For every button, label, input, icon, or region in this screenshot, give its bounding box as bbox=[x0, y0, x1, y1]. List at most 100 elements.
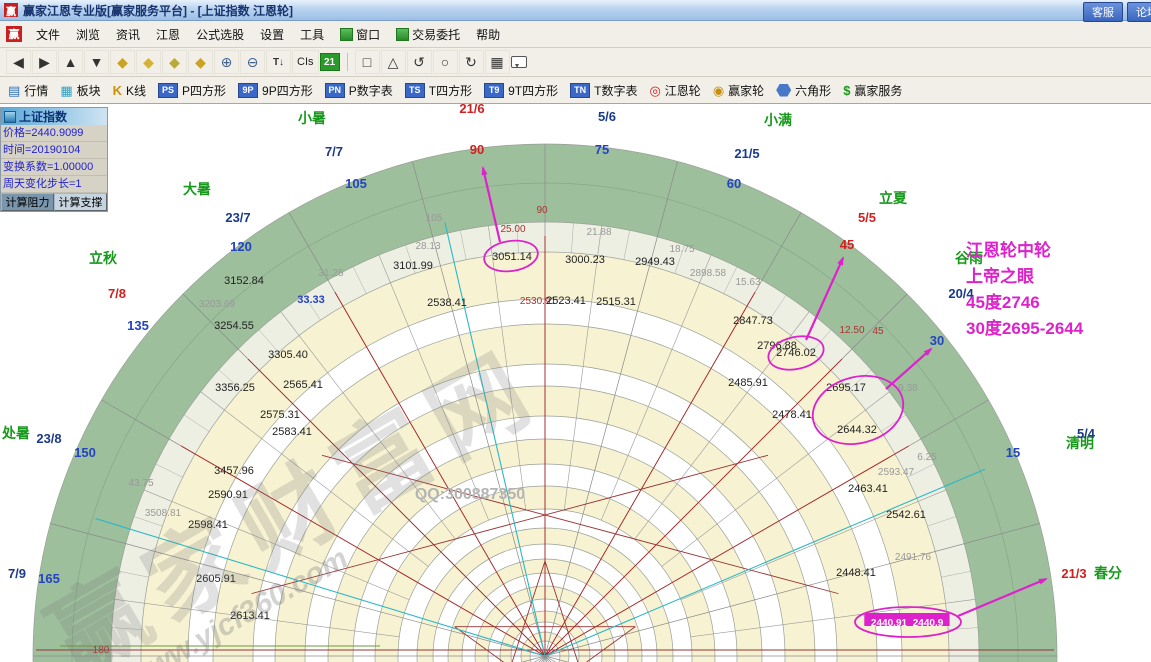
9t-square-button[interactable]: T9 9T四方形 bbox=[484, 82, 558, 99]
t-number-table-button[interactable]: TN T数字表 bbox=[570, 82, 637, 99]
menu-item-帮助[interactable]: 帮助 bbox=[468, 22, 508, 47]
forward-icon[interactable]: ▶ bbox=[32, 50, 57, 74]
wheel-label: 2746.02 bbox=[776, 347, 816, 359]
ellipse-tool-icon[interactable]: ○ bbox=[432, 50, 458, 74]
9p-square-button[interactable]: 9P 9P四方形 bbox=[238, 82, 313, 99]
wheel-label: 165 bbox=[38, 571, 60, 586]
quotes-button[interactable]: ▤ 行情 bbox=[8, 82, 48, 99]
wheel-label: 2440.9 bbox=[913, 618, 944, 629]
t-number-table-label: T数字表 bbox=[594, 83, 638, 98]
menu-item-窗口[interactable]: 窗口 bbox=[332, 22, 388, 47]
menu-item-工具[interactable]: 工具 bbox=[292, 22, 332, 47]
menu-item-公式选股[interactable]: 公式选股 bbox=[188, 22, 252, 47]
wheel-label: 2538.41 bbox=[427, 297, 467, 309]
wheel-label: 23/7 bbox=[225, 210, 250, 225]
wheel-label: 31.25 bbox=[318, 268, 343, 279]
wheel-label: 23/8 bbox=[36, 431, 61, 446]
wheel-label: 90 bbox=[536, 205, 548, 216]
gann-wheel[interactable]: 小暑 小满大暑立夏立秋 谷雨处暑清明春分7/75/621/523/720/423/8… bbox=[0, 104, 1151, 662]
diamond-3-icon[interactable]: ◆ bbox=[162, 50, 187, 74]
calc-support-button[interactable]: 计算支撑 bbox=[54, 193, 107, 211]
wheel-label: 45 bbox=[840, 237, 854, 252]
wheel-label: 5/4 bbox=[1077, 426, 1096, 441]
wheel-label: QQ:300887350 bbox=[415, 486, 525, 503]
wheel-label: 2644.32 bbox=[837, 424, 877, 436]
sort-tool-icon[interactable]: T↓ bbox=[266, 50, 291, 74]
info-panel-title: 上证指数 bbox=[1, 108, 107, 125]
wheel-label: 120 bbox=[230, 239, 252, 254]
wheel-label: 6.25 bbox=[917, 452, 937, 463]
app-logo-icon-small: 赢 bbox=[6, 26, 22, 42]
titlebar-button-service[interactable]: 客服 bbox=[1083, 2, 1123, 22]
calc-resistance-button[interactable]: 计算阻力 bbox=[1, 193, 54, 211]
info-row-3: 周天变化步长=1 bbox=[1, 176, 107, 193]
winner-service-button[interactable]: $ 赢家服务 bbox=[843, 82, 902, 99]
chart-type-toolbar: ▤ 行情 ▦ 板块 K K线 PS P四方形 9P 9P四方形 PN P数字表 TS T四方形 T9 9T四方… bbox=[0, 77, 1151, 104]
kline-button[interactable]: K K线 bbox=[113, 82, 146, 99]
wheel-label: 28.13 bbox=[415, 241, 440, 252]
info-rows: 价格=2440.9099 时间=20190104 变换系数=1.00000 周天变化步… bbox=[1, 125, 107, 193]
wheel-label: 2898.58 bbox=[690, 268, 727, 279]
diamond-1-icon[interactable]: ◆ bbox=[110, 50, 135, 74]
pointer-up-icon[interactable]: ▲ bbox=[58, 50, 83, 74]
menu-item-资讯[interactable]: 资讯 bbox=[108, 22, 148, 47]
back-icon[interactable]: ◀ bbox=[6, 50, 31, 74]
menu-item-设置[interactable]: 设置 bbox=[252, 22, 292, 47]
gann-wheel-button[interactable]: ◎ 江恩轮 bbox=[649, 82, 700, 99]
wheel-label: 2463.41 bbox=[848, 483, 888, 495]
triangle-tool-icon[interactable]: △ bbox=[380, 50, 406, 74]
wheel-label: 90 bbox=[470, 142, 484, 157]
wheel-label: 2605.91 bbox=[196, 573, 236, 585]
rotate-right-tool-icon[interactable]: ↻ bbox=[458, 50, 484, 74]
t-square-button[interactable]: TS T四方形 bbox=[404, 82, 473, 99]
wheel-label: 12.50 bbox=[839, 325, 864, 336]
sectors-button[interactable]: ▦ 板块 bbox=[60, 82, 100, 99]
wheel-label: 105 bbox=[345, 176, 367, 191]
winner-wheel-label: 赢家轮 bbox=[728, 83, 765, 98]
callout-tool-icon[interactable] bbox=[510, 56, 527, 68]
wheel-label: 3152.84 bbox=[224, 275, 264, 287]
move-tool-icon[interactable]: ▦ bbox=[484, 50, 510, 74]
menu-item-浏览[interactable]: 浏览 bbox=[68, 22, 108, 47]
wheel-label: 2847.73 bbox=[733, 315, 773, 327]
wheel-label: 2478.41 bbox=[772, 409, 812, 421]
wheel-label: 21/6 bbox=[459, 104, 484, 116]
menu-item-江恩[interactable]: 江恩 bbox=[148, 22, 188, 47]
wheel-label: 2523.41 bbox=[546, 295, 586, 307]
titlebar-buttons: 客服论坛 bbox=[1083, 2, 1151, 22]
wheel-label: 43.75 bbox=[128, 478, 153, 489]
chart-area[interactable]: 小暑 小满 大暑 立夏 立秋 谷雨 处暑 清明 春分 7/7 5/6 21/5 23/7 20/4 23/8… bbox=[0, 104, 1151, 662]
menu-item-交易委托[interactable]: 交易委托 bbox=[388, 22, 468, 47]
wheel-label: 3051.14 bbox=[492, 251, 532, 263]
title-bar: 赢 赢家江恩专业版[赢家服务平台] - [上证指数 江恩轮] 客服论坛 bbox=[0, 0, 1151, 22]
rotate-left-tool-icon[interactable]: ↺ bbox=[406, 50, 432, 74]
wheel-label: 2440.91 bbox=[871, 618, 908, 629]
pointer-down-icon[interactable]: ▼ bbox=[84, 50, 109, 74]
p-square-button[interactable]: PS P四方形 bbox=[158, 82, 226, 99]
gann-annotation-text: 江恩轮中轮 上帝之眼 45度2746 30度2695-2644 bbox=[966, 238, 1083, 342]
titlebar-button-forum[interactable]: 论坛 bbox=[1127, 2, 1151, 22]
p-number-table-button[interactable]: PN P数字表 bbox=[324, 82, 393, 99]
wheel-label: 2695.17 bbox=[826, 382, 866, 394]
diamond-4-icon[interactable]: ◆ bbox=[188, 50, 213, 74]
t-square-label: T四方形 bbox=[428, 83, 473, 98]
winner-service-label: 赢家服务 bbox=[854, 83, 903, 98]
zoom-in-icon[interactable]: ⊕ bbox=[214, 50, 239, 74]
wheel-label: 2485.91 bbox=[728, 377, 768, 389]
wheel-label: 处暑 bbox=[1, 425, 30, 441]
rect-tool-icon[interactable]: □ bbox=[354, 50, 380, 74]
wheel-label: 7/7 bbox=[325, 144, 343, 159]
info-row-0: 价格=2440.9099 bbox=[1, 125, 107, 142]
wheel-label: 150 bbox=[74, 445, 96, 460]
winner-wheel-button[interactable]: ◉ 赢家轮 bbox=[713, 82, 764, 99]
wheel-label: 春分 bbox=[1093, 565, 1122, 581]
menu-item-文件[interactable]: 文件 bbox=[28, 22, 68, 47]
wheel-label: 2613.41 bbox=[230, 610, 270, 622]
calendar-icon[interactable]: 21 bbox=[319, 53, 340, 71]
diamond-2-icon[interactable]: ◆ bbox=[136, 50, 161, 74]
cls-icon[interactable]: CIs bbox=[292, 50, 319, 74]
p-number-table-icon: PN bbox=[324, 82, 345, 98]
hexagon-button[interactable]: 六角形 bbox=[776, 82, 831, 99]
wheel-label: 2949.43 bbox=[635, 256, 675, 268]
zoom-out-icon[interactable]: ⊖ bbox=[240, 50, 265, 74]
